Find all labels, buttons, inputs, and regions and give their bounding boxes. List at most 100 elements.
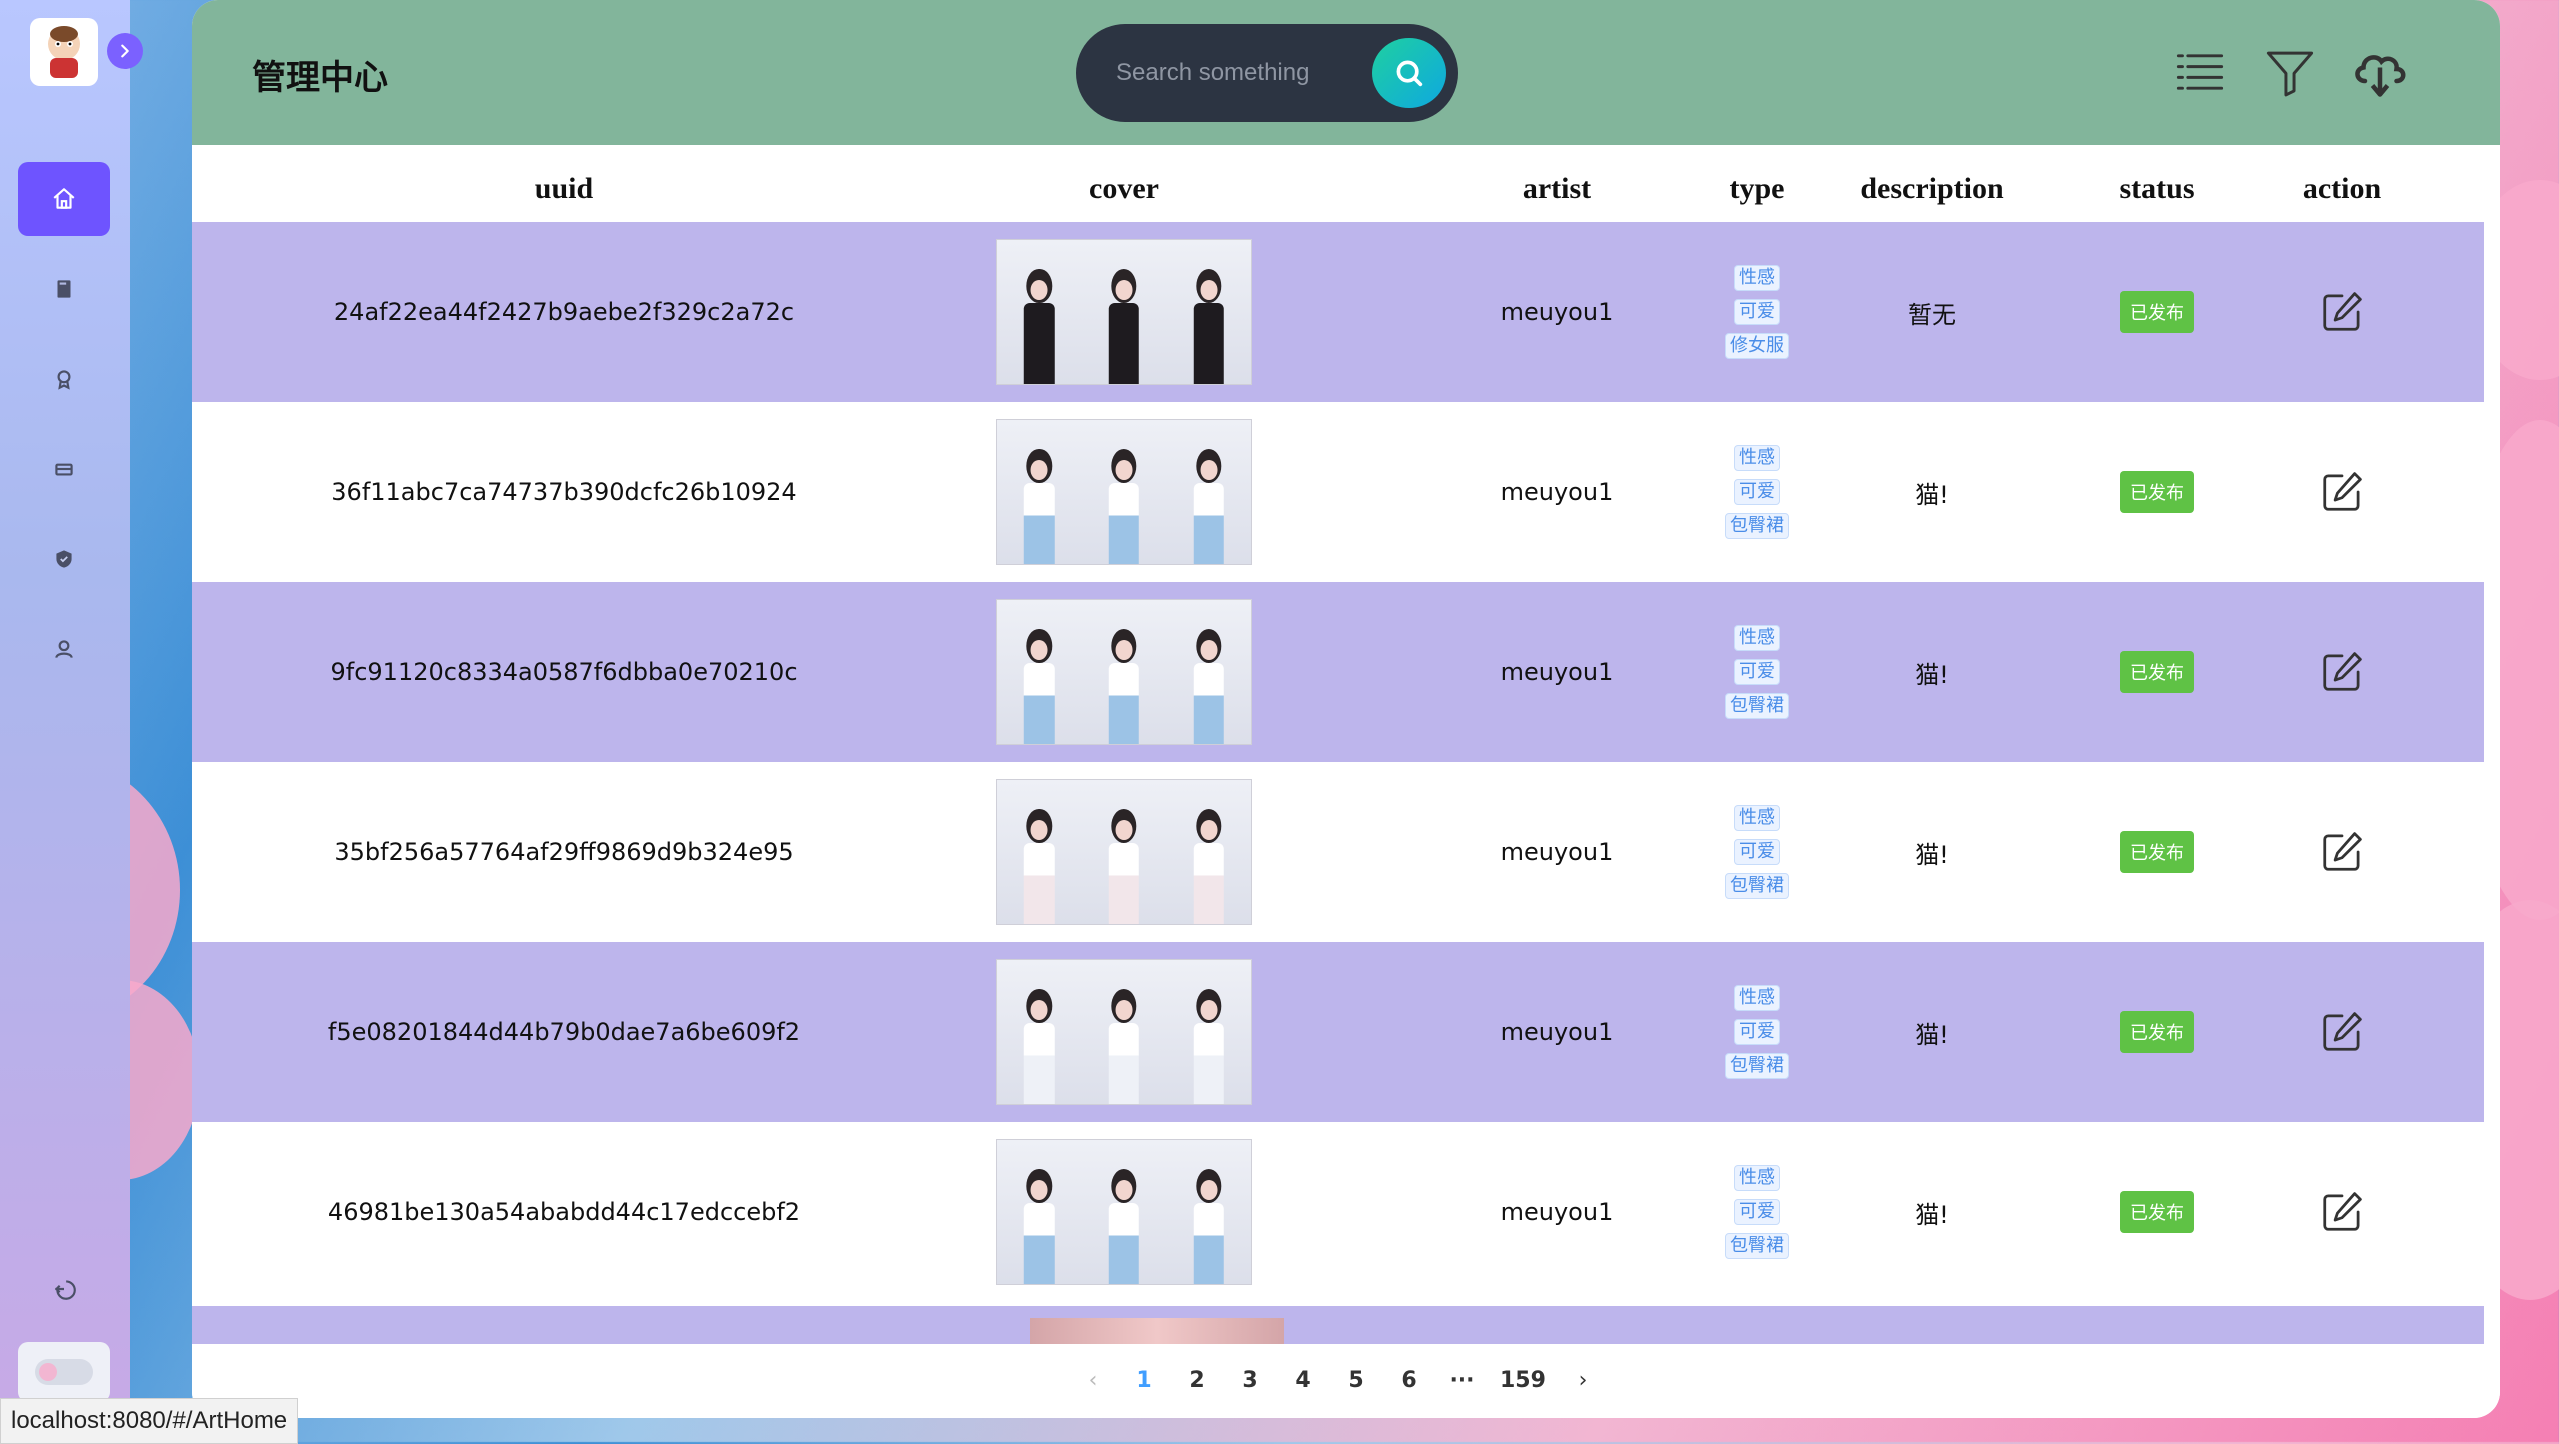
edit-button[interactable] bbox=[2318, 468, 2366, 516]
page-button[interactable]: 5 bbox=[1341, 1366, 1371, 1396]
edit-icon bbox=[2323, 292, 2362, 331]
cell-uuid: 36f11abc7ca74737b390dcfc26b10924 bbox=[331, 478, 797, 506]
column-header-artist[interactable]: artist bbox=[1462, 156, 1652, 222]
cover-image[interactable] bbox=[996, 1139, 1252, 1285]
cover-image[interactable] bbox=[996, 419, 1252, 565]
cell-description: 暂无 bbox=[1908, 300, 1956, 329]
edit-icon bbox=[2323, 832, 2362, 871]
status-badge: 已发布 bbox=[2120, 471, 2194, 513]
cover-image[interactable] bbox=[996, 779, 1252, 925]
page-button[interactable]: 3 bbox=[1235, 1366, 1265, 1396]
page-button[interactable]: 1 bbox=[1129, 1366, 1159, 1396]
sidebar-item-books[interactable] bbox=[18, 262, 110, 316]
cell-action bbox=[2232, 582, 2452, 762]
tag-list: 性感 可爱 包臀裙 bbox=[1725, 625, 1789, 719]
search-button[interactable] bbox=[1372, 38, 1446, 108]
table-header: uuid cover artist type description statu… bbox=[192, 156, 2484, 222]
cell-status: 已发布 bbox=[2082, 762, 2232, 942]
type-tag: 可爱 bbox=[1734, 659, 1780, 685]
tag-list: 性感 可爱 修女服 bbox=[1725, 265, 1789, 359]
table-row: 35bf256a57764af29ff9869d9b324e95 meuyou1… bbox=[192, 762, 2484, 942]
cell-status: 已发布 bbox=[2082, 222, 2232, 402]
edit-button[interactable] bbox=[2318, 288, 2366, 336]
cell-artist: meuyou1 bbox=[1500, 1198, 1614, 1226]
toggle-knob bbox=[39, 1363, 57, 1381]
list-view-button[interactable] bbox=[2170, 42, 2230, 102]
cell-description: 猫! bbox=[1915, 1200, 1949, 1229]
cover-figure bbox=[997, 420, 1082, 564]
app-logo[interactable] bbox=[30, 18, 98, 86]
column-header-action[interactable]: action bbox=[2232, 156, 2452, 222]
edit-button[interactable] bbox=[2318, 648, 2366, 696]
type-tag: 性感 bbox=[1734, 265, 1780, 291]
cell-description: 猫! bbox=[1915, 660, 1949, 689]
cover-figure bbox=[1166, 240, 1251, 384]
cell-uuid: 9fc91120c8334a0587f6dbba0e70210c bbox=[330, 658, 798, 686]
cover-image[interactable] bbox=[996, 959, 1252, 1105]
status-badge: 已发布 bbox=[2120, 651, 2194, 693]
cell-uuid: 24af22ea44f2427b9aebe2f329c2a72c bbox=[333, 298, 795, 326]
cover-figure bbox=[1166, 600, 1251, 744]
edit-button[interactable] bbox=[2318, 828, 2366, 876]
logout-icon bbox=[54, 1280, 76, 1300]
cover-figure bbox=[997, 1140, 1082, 1284]
type-tag: 性感 bbox=[1734, 625, 1780, 651]
cell-action bbox=[2232, 222, 2452, 402]
column-header-description[interactable]: description bbox=[1782, 156, 2082, 222]
edit-icon bbox=[2323, 1192, 2362, 1231]
sidebar-item-awards[interactable] bbox=[18, 352, 110, 406]
cell-artist: meuyou1 bbox=[1500, 838, 1614, 866]
page-button[interactable]: 2 bbox=[1182, 1366, 1212, 1396]
logout-button[interactable] bbox=[18, 1262, 110, 1316]
sidebar-item-user[interactable] bbox=[18, 622, 110, 676]
chevron-right-icon bbox=[121, 44, 129, 58]
avatar bbox=[48, 26, 80, 78]
sidebar-expand-button[interactable] bbox=[107, 33, 143, 69]
cell-action bbox=[2232, 402, 2452, 582]
column-header-status[interactable]: status bbox=[2082, 156, 2232, 222]
cover-figure bbox=[1081, 960, 1167, 1104]
cover-image[interactable] bbox=[996, 599, 1252, 745]
table-row: 36f11abc7ca74737b390dcfc26b10924 meuyou1… bbox=[192, 402, 2484, 582]
next-page-button[interactable]: › bbox=[1568, 1366, 1598, 1396]
cell-uuid: 35bf256a57764af29ff9869d9b324e95 bbox=[334, 838, 794, 866]
home-icon bbox=[53, 188, 75, 209]
search-input[interactable] bbox=[1114, 52, 1348, 94]
edit-icon bbox=[2323, 472, 2362, 511]
top-header: 管理中心 bbox=[192, 0, 2500, 145]
cell-action bbox=[2232, 762, 2452, 942]
theme-toggle[interactable] bbox=[18, 1342, 110, 1402]
cover-figure bbox=[1166, 780, 1251, 924]
cover-image[interactable] bbox=[996, 239, 1252, 385]
cell-artist: meuyou1 bbox=[1500, 658, 1614, 686]
sidebar-item-security[interactable] bbox=[18, 532, 110, 586]
cover-figure bbox=[1081, 600, 1167, 744]
cover-figure bbox=[997, 600, 1082, 744]
tag-list: 性感 可爱 包臀裙 bbox=[1725, 805, 1789, 899]
page-ellipsis[interactable]: ··· bbox=[1447, 1366, 1477, 1396]
cell-cover bbox=[936, 942, 1312, 1122]
cell-action bbox=[2232, 942, 2452, 1122]
edit-button[interactable] bbox=[2318, 1008, 2366, 1056]
type-tag: 包臀裙 bbox=[1725, 693, 1789, 719]
download-button[interactable] bbox=[2350, 42, 2410, 102]
toggle-track bbox=[35, 1359, 93, 1385]
sidebar-item-cards[interactable] bbox=[18, 442, 110, 496]
sidebar-item-home[interactable] bbox=[18, 162, 110, 236]
shield-icon bbox=[56, 550, 72, 568]
filter-button[interactable] bbox=[2260, 42, 2320, 102]
sidebar bbox=[0, 0, 143, 1442]
cell-uuid: f5e08201844d44b79b0dae7a6be609f2 bbox=[327, 1018, 801, 1046]
tag-list: 性感 可爱 包臀裙 bbox=[1725, 445, 1789, 539]
page-button[interactable]: 159 bbox=[1500, 1366, 1546, 1396]
search-box bbox=[1076, 24, 1458, 122]
page-button[interactable]: 6 bbox=[1394, 1366, 1424, 1396]
column-header-cover[interactable]: cover bbox=[936, 156, 1312, 222]
page-button[interactable]: 4 bbox=[1288, 1366, 1318, 1396]
column-header-uuid[interactable]: uuid bbox=[192, 156, 936, 222]
prev-page-button[interactable]: ‹ bbox=[1078, 1366, 1108, 1396]
list-icon bbox=[2176, 54, 2224, 90]
book-icon bbox=[57, 280, 71, 298]
edit-button[interactable] bbox=[2318, 1188, 2366, 1236]
type-tag: 性感 bbox=[1734, 1165, 1780, 1191]
